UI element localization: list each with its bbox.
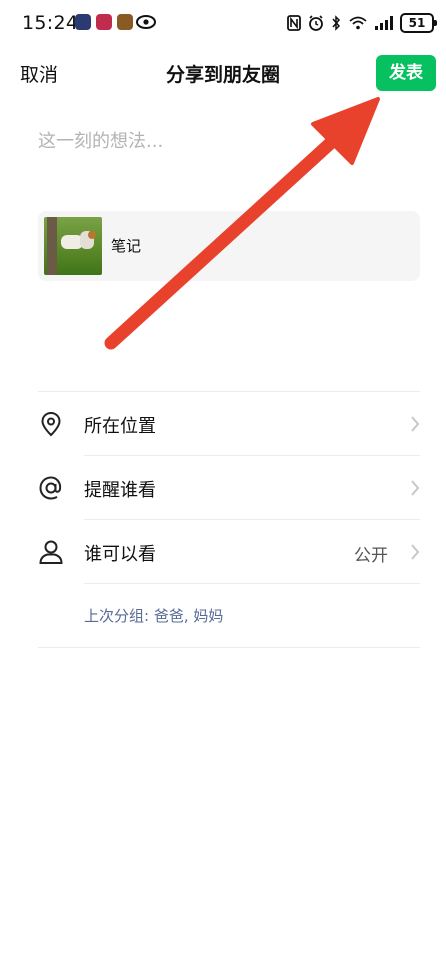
status-time: 15:24 xyxy=(22,12,79,34)
battery-indicator: 51 xyxy=(400,13,437,33)
status-bar: 15:24 51 xyxy=(0,0,446,46)
wifi-icon xyxy=(349,16,367,30)
bluetooth-icon xyxy=(332,15,341,31)
alarm-icon xyxy=(309,15,323,31)
visibility-label: 谁可以看 xyxy=(84,544,156,565)
location-label: 所在位置 xyxy=(84,416,156,437)
nfc-icon xyxy=(287,15,301,31)
signal-icon xyxy=(375,16,393,30)
app-notification-icon xyxy=(75,14,91,30)
shared-note-card[interactable]: 笔记 xyxy=(38,211,420,281)
chevron-right-icon xyxy=(411,544,420,560)
visibility-value: 公开 xyxy=(354,546,388,566)
system-indicators: 51 xyxy=(287,13,437,33)
visibility-row[interactable]: 谁可以看 公开 xyxy=(38,520,420,584)
chevron-right-icon xyxy=(411,416,420,432)
notification-icons xyxy=(75,14,133,30)
app-notification-icon xyxy=(117,14,133,30)
remind-row[interactable]: 提醒谁看 xyxy=(38,456,420,520)
person-icon xyxy=(39,540,63,564)
location-row[interactable]: 所在位置 xyxy=(38,392,420,456)
note-thumbnail xyxy=(44,217,102,275)
chevron-right-icon xyxy=(411,480,420,496)
thoughts-input[interactable]: 这一刻的想法... xyxy=(38,127,163,153)
publish-button[interactable]: 发表 xyxy=(376,55,436,91)
last-group-link[interactable]: 上次分组: 爸爸, 妈妈 xyxy=(84,605,223,626)
at-sign-icon xyxy=(39,476,62,500)
app-notification-icon xyxy=(96,14,112,30)
eye-icon xyxy=(136,15,156,29)
divider xyxy=(84,583,420,584)
remind-label: 提醒谁看 xyxy=(84,480,156,501)
divider xyxy=(38,647,420,648)
cancel-button[interactable]: 取消 xyxy=(20,60,58,87)
location-pin-icon xyxy=(41,411,61,437)
note-label: 笔记 xyxy=(111,237,142,255)
